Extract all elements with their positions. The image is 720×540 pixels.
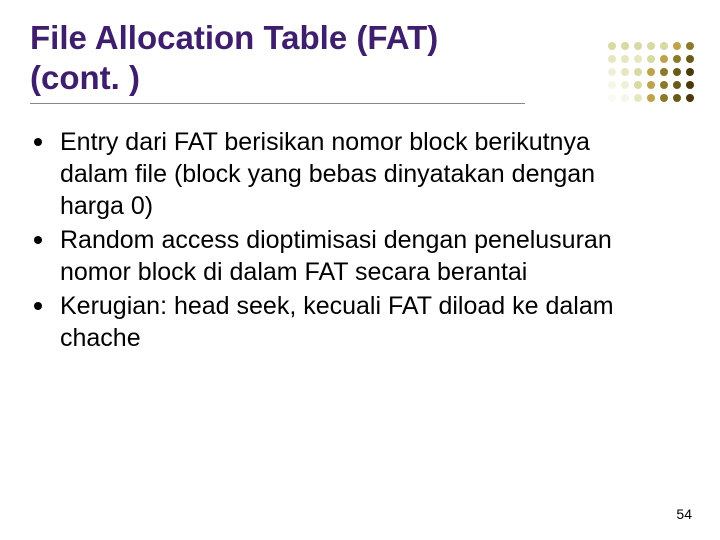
- bullet-text: Random access dioptimisasi dengan penelu…: [60, 224, 620, 288]
- dot-icon: [660, 55, 668, 63]
- dot-icon: [686, 94, 694, 102]
- dot-icon: [608, 55, 616, 63]
- dot-icon: [621, 94, 629, 102]
- dot-icon: [673, 55, 681, 63]
- list-item: Kerugian: head seek, kecuali FAT diload …: [34, 290, 690, 354]
- dot-icon: [673, 94, 681, 102]
- dot-icon: [686, 68, 694, 76]
- dot-icon: [608, 94, 616, 102]
- dot-icon: [686, 55, 694, 63]
- dot-icon: [647, 81, 655, 89]
- dot-icon: [647, 42, 655, 50]
- dot-icon: [608, 42, 616, 50]
- bullet-icon: [34, 138, 42, 146]
- bullet-text: Kerugian: head seek, kecuali FAT diload …: [60, 290, 620, 354]
- dot-icon: [621, 42, 629, 50]
- dot-icon: [634, 68, 642, 76]
- dot-icon: [647, 94, 655, 102]
- dot-icon: [608, 68, 616, 76]
- dot-icon: [660, 68, 668, 76]
- corner-dots-decoration: [608, 42, 696, 104]
- bullet-icon: [34, 236, 42, 244]
- title-area: File Allocation Table (FAT) (cont. ): [30, 18, 525, 104]
- dot-icon: [673, 81, 681, 89]
- slide-title: File Allocation Table (FAT) (cont. ): [30, 18, 525, 97]
- dot-icon: [621, 68, 629, 76]
- dot-icon: [686, 81, 694, 89]
- dot-icon: [608, 81, 616, 89]
- dot-icon: [660, 42, 668, 50]
- slide: File Allocation Table (FAT) (cont. ) Ent…: [0, 0, 720, 540]
- dot-icon: [634, 81, 642, 89]
- dot-icon: [660, 81, 668, 89]
- dot-icon: [686, 42, 694, 50]
- dot-icon: [647, 55, 655, 63]
- bullet-text: Entry dari FAT berisikan nomor block ber…: [60, 126, 620, 222]
- dot-icon: [621, 55, 629, 63]
- dot-icon: [634, 94, 642, 102]
- list-item: Random access dioptimisasi dengan penelu…: [34, 224, 690, 288]
- dot-icon: [621, 81, 629, 89]
- dot-icon: [660, 94, 668, 102]
- dot-icon: [634, 55, 642, 63]
- dot-icon: [634, 42, 642, 50]
- dot-icon: [673, 42, 681, 50]
- dot-icon: [647, 68, 655, 76]
- list-item: Entry dari FAT berisikan nomor block ber…: [34, 126, 690, 222]
- slide-body: Entry dari FAT berisikan nomor block ber…: [30, 126, 690, 354]
- dot-icon: [673, 68, 681, 76]
- page-number: 54: [676, 506, 692, 522]
- bullet-icon: [34, 302, 42, 310]
